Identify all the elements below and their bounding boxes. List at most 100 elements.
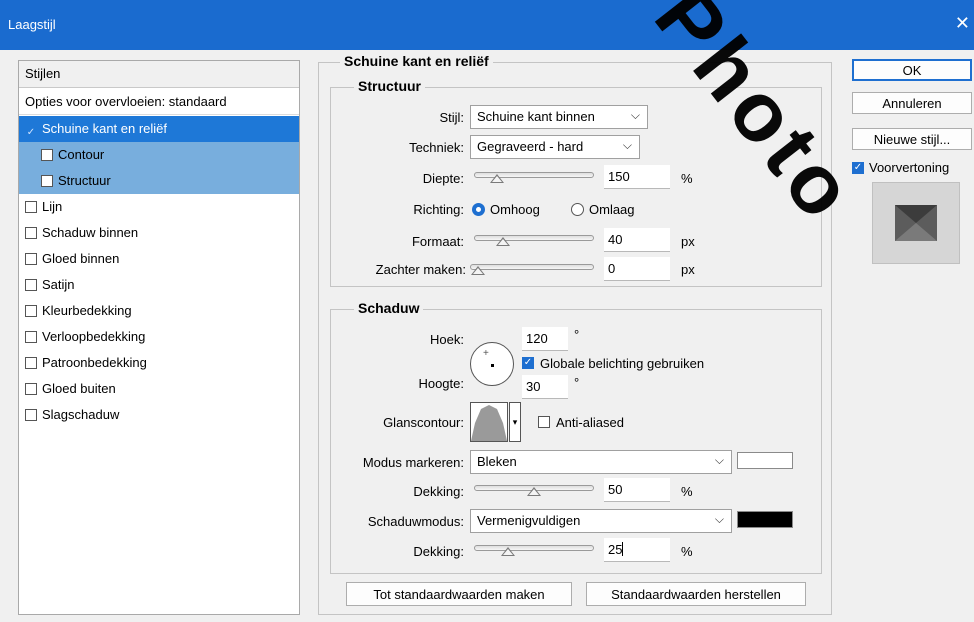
shadow-opacity-input[interactable]: 25 xyxy=(604,538,670,562)
checkbox-icon[interactable] xyxy=(25,357,37,369)
chevron-down-icon: ⌵ xyxy=(714,453,724,467)
shadow-color-swatch[interactable] xyxy=(737,511,793,528)
shadow-mode-label: Schaduwmodus: xyxy=(367,514,464,529)
section-title: Schuine kant en reliëf xyxy=(340,53,493,69)
soften-slider[interactable] xyxy=(470,264,594,275)
direction-up-radio[interactable] xyxy=(472,203,485,216)
slider-thumb[interactable] xyxy=(471,266,485,275)
gloss-contour-icon xyxy=(471,405,507,441)
new-style-button[interactable]: Nieuwe stijl... xyxy=(852,128,972,150)
crosshair-icon: + xyxy=(483,348,489,359)
direction-down-label: Omlaag xyxy=(589,202,635,217)
style-item-gradient-overlay[interactable]: Verloopbedekking xyxy=(19,324,299,350)
style-item-outer-glow[interactable]: Gloed buiten xyxy=(19,376,299,402)
window-title: Laagstijl xyxy=(8,17,56,32)
soften-value: 0 xyxy=(608,261,616,276)
soften-unit: px xyxy=(681,262,695,277)
slider-thumb[interactable] xyxy=(501,547,515,556)
styles-header[interactable]: Stijlen xyxy=(19,61,299,88)
highlight-mode-value: Bleken xyxy=(477,454,517,469)
altitude-label: Hoogte: xyxy=(418,376,464,391)
size-value: 40 xyxy=(608,232,623,247)
style-item-drop-shadow[interactable]: Slagschaduw xyxy=(19,402,299,428)
altitude-input[interactable]: 30 xyxy=(522,375,568,399)
checkmark-icon[interactable]: ✓ xyxy=(25,128,37,140)
checkbox-icon[interactable] xyxy=(25,305,37,317)
shading-group xyxy=(330,309,822,574)
size-slider[interactable] xyxy=(474,235,594,246)
slider-thumb[interactable] xyxy=(527,487,541,496)
style-item-pattern-overlay[interactable]: Patroonbedekking xyxy=(19,350,299,376)
highlight-color-swatch[interactable] xyxy=(737,452,793,469)
shadow-opacity-unit: % xyxy=(681,544,693,559)
direction-down-radio[interactable] xyxy=(571,203,584,216)
size-unit: px xyxy=(681,234,695,249)
soften-input[interactable]: 0 xyxy=(604,257,670,281)
style-item-label: Gloed buiten xyxy=(42,381,116,396)
make-default-button[interactable]: Tot standaardwaarden maken xyxy=(346,582,572,606)
checkbox-icon[interactable] xyxy=(25,409,37,421)
depth-input[interactable]: 150 xyxy=(604,165,670,189)
cancel-button[interactable]: Annuleren xyxy=(852,92,972,114)
anti-aliased-checkbox[interactable] xyxy=(538,416,550,428)
ok-label: OK xyxy=(902,63,922,78)
checkbox-icon[interactable] xyxy=(25,383,37,395)
highlight-opacity-slider[interactable] xyxy=(474,485,594,496)
style-item-color-overlay[interactable]: Kleurbedekking xyxy=(19,298,299,324)
style-item-contour[interactable]: Contour xyxy=(19,142,299,168)
gloss-contour-preview[interactable] xyxy=(470,402,508,442)
checkbox-icon[interactable] xyxy=(41,149,53,161)
ok-button[interactable]: OK xyxy=(852,59,972,81)
angle-input[interactable]: 120 xyxy=(522,327,568,351)
reset-default-button[interactable]: Standaardwaarden herstellen xyxy=(586,582,806,606)
style-item-label: Schaduw binnen xyxy=(42,225,139,240)
slider-thumb[interactable] xyxy=(495,237,510,246)
style-item-stroke[interactable]: Lijn xyxy=(19,194,299,220)
shadow-mode-select[interactable]: Vermenigvuldigen ⌵ xyxy=(470,509,732,533)
gloss-contour-dropdown[interactable]: ▾ xyxy=(509,402,521,442)
checkbox-icon[interactable] xyxy=(25,331,37,343)
style-item-inner-glow[interactable]: Gloed binnen xyxy=(19,246,299,272)
checkbox-icon[interactable] xyxy=(25,201,37,213)
technique-select[interactable]: Gegraveerd - hard ⌵ xyxy=(470,135,640,159)
shadow-opacity-slider[interactable] xyxy=(474,545,594,556)
checkbox-icon[interactable] xyxy=(41,175,53,187)
preview-checkbox[interactable]: ✓ xyxy=(852,162,864,174)
checkbox-icon[interactable] xyxy=(25,279,37,291)
style-item-texture[interactable]: Structuur xyxy=(19,168,299,194)
close-icon[interactable]: ✕ xyxy=(955,13,970,34)
styles-header-label: Stijlen xyxy=(25,66,61,81)
altitude-value: 30 xyxy=(526,379,541,394)
style-item-label: Contour xyxy=(58,147,105,162)
structure-title: Structuur xyxy=(354,78,425,94)
angle-dial[interactable]: + xyxy=(470,342,514,386)
chevron-down-icon: ⌵ xyxy=(630,108,640,122)
size-input[interactable]: 40 xyxy=(604,228,670,252)
style-item-satin[interactable]: Satijn xyxy=(19,272,299,298)
style-label: Stijl: xyxy=(439,110,464,125)
checkbox-icon[interactable] xyxy=(25,253,37,265)
style-select-value: Schuine kant binnen xyxy=(477,109,595,124)
global-light-checkbox[interactable]: ✓ xyxy=(522,357,534,369)
title-bar: Laagstijl ✕ xyxy=(0,0,974,50)
angle-label: Hoek: xyxy=(430,332,464,347)
highlight-mode-label: Modus markeren: xyxy=(362,455,464,470)
chevron-down-icon: ⌵ xyxy=(714,512,724,526)
style-item-label: Slagschaduw xyxy=(42,407,120,422)
highlight-mode-select[interactable]: Bleken ⌵ xyxy=(470,450,732,474)
slider-thumb[interactable] xyxy=(489,174,504,183)
shadow-opacity-label: Dekking: xyxy=(413,544,464,559)
styles-list: Stijlen Opties voor overvloeien: standaa… xyxy=(18,60,300,615)
style-item-bevel-emboss[interactable]: ✓ Schuine kant en reliëf xyxy=(19,116,299,142)
highlight-opacity-value: 50 xyxy=(608,482,623,497)
blending-options-item[interactable]: Opties voor overvloeien: standaard xyxy=(19,89,299,115)
style-select[interactable]: Schuine kant binnen ⌵ xyxy=(470,105,648,129)
highlight-opacity-input[interactable]: 50 xyxy=(604,478,670,502)
technique-select-value: Gegraveerd - hard xyxy=(477,139,584,154)
size-label: Formaat: xyxy=(411,234,464,249)
depth-slider[interactable] xyxy=(474,172,594,183)
preview-thumbnail-icon xyxy=(895,205,937,241)
checkbox-icon[interactable] xyxy=(25,227,37,239)
style-item-inner-shadow[interactable]: Schaduw binnen xyxy=(19,220,299,246)
direction-up-label: Omhoog xyxy=(490,202,540,217)
